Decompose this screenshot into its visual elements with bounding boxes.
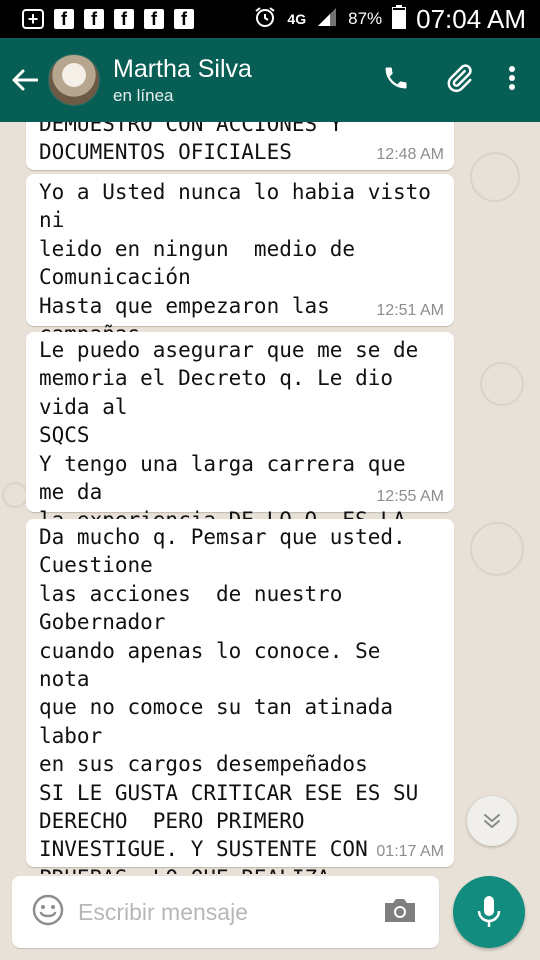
- menu-button[interactable]: [508, 65, 516, 96]
- more-vert-icon: [509, 65, 515, 90]
- contact-info[interactable]: Martha Silva en línea: [113, 54, 252, 106]
- call-button[interactable]: [382, 64, 410, 97]
- message-bubble[interactable]: Le puedo asegurar que me se de memoria e…: [26, 332, 454, 561]
- chat-header: Martha Silva en línea: [0, 38, 540, 122]
- emoji-icon: [32, 894, 64, 925]
- message-text: Yo a Usted nunca lo habia visto ni leido…: [39, 180, 431, 346]
- wallpaper-doodle: [2, 482, 28, 508]
- message-time: 12:48 AM: [376, 146, 444, 163]
- scroll-down-button[interactable]: [467, 796, 517, 846]
- facebook-icon: f: [144, 9, 164, 29]
- facebook-icon: f: [174, 9, 194, 29]
- message-bubble[interactable]: Yo a Usted nunca lo habia visto ni leido…: [26, 174, 454, 346]
- clock: 07:04 AM: [416, 3, 526, 34]
- status-bar: + f f f f f 4G 87% 07:04 AM: [0, 0, 540, 38]
- message-time: 01:17 AM: [376, 843, 444, 860]
- wallpaper-doodle: [470, 152, 520, 202]
- notification-icons: + f f f f f: [22, 9, 194, 29]
- arrow-left-icon: [12, 69, 38, 91]
- message-field: [12, 876, 439, 948]
- alarm-icon: [253, 5, 277, 34]
- paperclip-icon: [447, 63, 472, 92]
- phone-icon: [385, 67, 407, 88]
- double-chevron-down-icon: [484, 814, 500, 828]
- chat-area[interactable]: DEMUESTRO CON ACCIONES Y DOCUMENTOS OFIC…: [0, 122, 540, 874]
- message-time: 12:55 AM: [376, 488, 444, 505]
- battery-percent: 87%: [348, 9, 383, 28]
- plus-box-icon: +: [22, 9, 44, 29]
- mic-button[interactable]: [453, 876, 525, 948]
- message-input[interactable]: [76, 897, 370, 927]
- signal-icon: [316, 7, 338, 32]
- message-bubble[interactable]: DEMUESTRO CON ACCIONES Y DOCUMENTOS OFIC…: [26, 122, 454, 170]
- composer-bar: [0, 874, 540, 960]
- facebook-icon: f: [54, 9, 74, 29]
- contact-name: Martha Silva: [113, 55, 252, 83]
- network-type: 4G: [287, 11, 307, 27]
- contact-status: en línea: [113, 86, 174, 105]
- message-bubble[interactable]: Da mucho q. Pemsar que usted. Cuestione …: [26, 519, 454, 874]
- battery-icon: [392, 4, 407, 34]
- avatar[interactable]: [48, 54, 100, 106]
- facebook-icon: f: [84, 9, 104, 29]
- message-text: Da mucho q. Pemsar que usted. Cuestione …: [39, 525, 419, 874]
- message-time: 12:51 AM: [376, 302, 444, 319]
- microphone-icon: [477, 896, 501, 927]
- camera-icon: [385, 898, 415, 922]
- back-button[interactable]: [2, 38, 48, 122]
- wallpaper-doodle: [470, 522, 524, 576]
- camera-button[interactable]: [383, 896, 417, 929]
- emoji-button[interactable]: [32, 894, 64, 931]
- wallpaper-doodle: [480, 362, 524, 406]
- attach-button[interactable]: [444, 63, 474, 98]
- facebook-icon: f: [114, 9, 134, 29]
